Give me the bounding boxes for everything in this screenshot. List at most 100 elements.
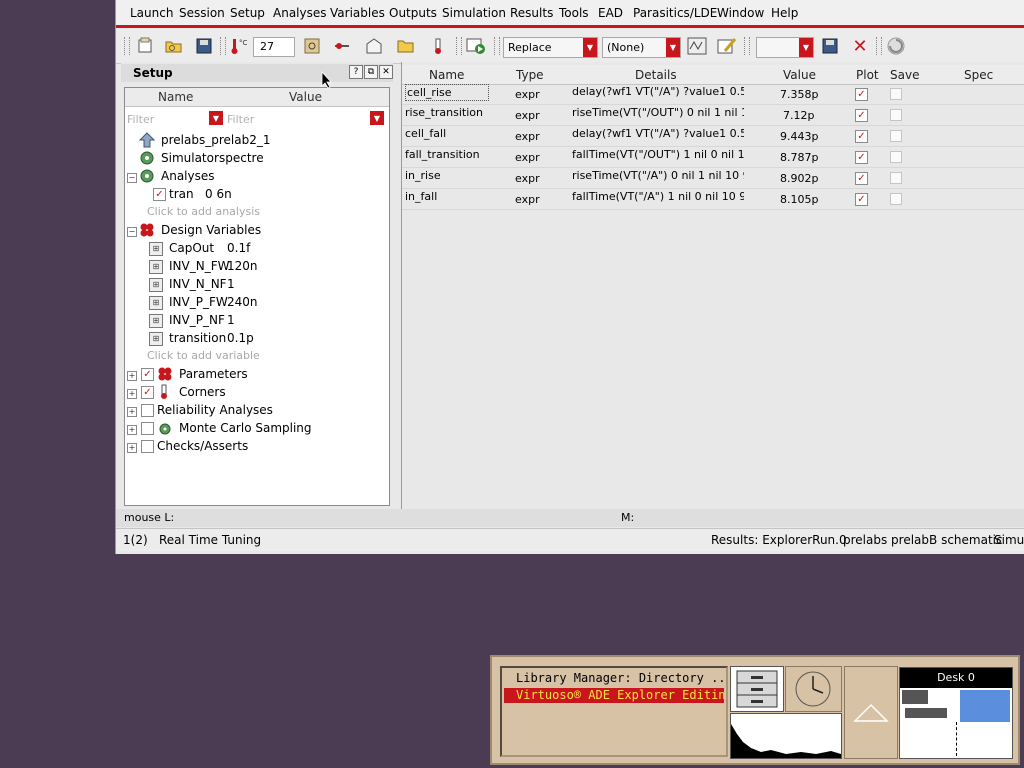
output-name[interactable]: in_rise [405, 169, 441, 182]
edit-icon[interactable] [717, 36, 737, 56]
menu-results[interactable]: Results [510, 6, 553, 20]
output-details[interactable]: riseTime(VT("/A") 0 nil 1 nil 10 9... [572, 169, 744, 182]
save-icon[interactable] [194, 36, 214, 56]
expand-corners-icon[interactable]: + [127, 389, 137, 399]
plot-checkbox[interactable]: ✓ [855, 109, 868, 122]
save-checkbox[interactable] [890, 172, 902, 184]
menu-analyses[interactable]: Analyses [273, 6, 327, 20]
output-details[interactable]: delay(?wf1 VT("/A") ?value1 0.5 ?... [572, 127, 744, 140]
column-plot[interactable]: Plot [856, 68, 879, 82]
menu-window[interactable]: Window [717, 6, 764, 20]
output-name[interactable]: in_fall [405, 190, 437, 203]
menu-outputs[interactable]: Outputs [389, 6, 437, 20]
corners-enable-checkbox[interactable]: ✓ [141, 386, 154, 399]
menu-setup[interactable]: Setup [230, 6, 265, 20]
tree-column-name[interactable]: Name [158, 90, 193, 104]
up-arrow-button[interactable] [844, 666, 898, 759]
plot-checkbox[interactable]: ✓ [855, 193, 868, 206]
refresh-icon[interactable] [886, 36, 906, 56]
output-name[interactable]: rise_transition [405, 106, 483, 119]
waveform-icon[interactable] [687, 36, 707, 56]
desktop-pager[interactable]: Desk 0 [899, 667, 1013, 759]
menu-session[interactable]: Session [179, 6, 225, 20]
history-mode-combo[interactable]: Replace ▼ [503, 37, 598, 58]
history-select-combo[interactable]: (None) ▼ [602, 37, 681, 58]
chevron-down-icon[interactable]: ▼ [666, 38, 680, 57]
monte-carlo-enable-checkbox[interactable] [141, 422, 154, 435]
output-details[interactable]: fallTime(VT("/OUT") 1 nil 0 nil 10... [572, 148, 744, 161]
expand-checks-icon[interactable]: + [127, 443, 137, 453]
filter-dropdown-icon[interactable]: ▼ [370, 111, 384, 125]
output-details[interactable]: fallTime(VT("/A") 1 nil 0 nil 10 90... [572, 190, 744, 203]
menu-variables[interactable]: Variables [330, 6, 385, 20]
collapse-design-variables-icon[interactable]: − [127, 227, 137, 237]
save-state-icon[interactable] [820, 36, 840, 56]
probe-icon[interactable] [332, 36, 352, 56]
thermometer-icon[interactable] [428, 36, 448, 56]
add-variable-link[interactable]: Click to add variable [147, 349, 260, 367]
open-setup-icon[interactable] [136, 36, 156, 56]
save-checkbox[interactable] [890, 88, 902, 100]
output-name[interactable]: cell_fall [405, 127, 446, 140]
column-spec[interactable]: Spec [964, 68, 993, 82]
menu-tools[interactable]: Tools [559, 6, 589, 20]
float-icon[interactable]: ⧉ [364, 65, 378, 79]
checks-enable-checkbox[interactable] [141, 440, 154, 453]
column-name[interactable]: Name [429, 68, 464, 82]
table-row[interactable]: in_rise expr riseTime(VT("/A") 0 nil 1 n… [402, 167, 1024, 189]
run-simulation-icon[interactable] [466, 36, 486, 56]
chevron-down-icon[interactable]: ▼ [583, 38, 597, 57]
table-row[interactable]: cell_rise expr delay(?wf1 VT("/A") ?valu… [402, 83, 1024, 105]
point-select-combo[interactable]: ▼ [756, 37, 814, 58]
plot-checkbox[interactable]: ✓ [855, 151, 868, 164]
clock-icon[interactable] [785, 666, 842, 712]
chevron-down-icon[interactable]: ▼ [799, 38, 813, 57]
parameters-enable-checkbox[interactable]: ✓ [141, 368, 154, 381]
plot-checkbox[interactable]: ✓ [855, 172, 868, 185]
menu-launch[interactable]: Launch [130, 6, 173, 20]
temperature-field[interactable]: 27 [253, 37, 295, 57]
tran-enable-checkbox[interactable]: ✓ [153, 188, 166, 201]
column-value[interactable]: Value [783, 68, 816, 82]
settings-icon[interactable] [302, 36, 322, 56]
save-checkbox[interactable] [890, 109, 902, 121]
file-cabinet-icon[interactable] [730, 666, 784, 712]
expand-reliability-icon[interactable]: + [127, 407, 137, 417]
open-folder-icon[interactable] [164, 36, 184, 56]
tree-column-value[interactable]: Value [289, 90, 322, 104]
add-analysis-link[interactable]: Click to add analysis [147, 205, 260, 223]
save-checkbox[interactable] [890, 193, 902, 205]
reliability-enable-checkbox[interactable] [141, 404, 154, 417]
column-save[interactable]: Save [890, 68, 919, 82]
table-row[interactable]: cell_fall expr delay(?wf1 VT("/A") ?valu… [402, 125, 1024, 147]
table-row[interactable]: fall_transition expr fallTime(VT("/OUT")… [402, 146, 1024, 168]
menu-parasitics-lde[interactable]: Parasitics/LDE [633, 6, 717, 20]
expand-parameters-icon[interactable]: + [127, 371, 137, 381]
output-details[interactable]: delay(?wf1 VT("/A") ?value1 0.5 ?... [572, 85, 744, 98]
collapse-analyses-icon[interactable]: − [127, 173, 137, 183]
output-details[interactable]: riseTime(VT("/OUT") 0 nil 1 nil 1... [572, 106, 744, 119]
menu-help[interactable]: Help [771, 6, 798, 20]
close-icon[interactable]: ✕ [379, 65, 393, 79]
column-details[interactable]: Details [635, 68, 677, 82]
name-filter-input[interactable]: Filter [127, 113, 154, 126]
stop-icon[interactable]: ✕ [850, 36, 870, 57]
filter-dropdown-icon[interactable]: ▼ [209, 111, 223, 125]
task-ade-explorer[interactable]: Virtuoso® ADE Explorer Editing [504, 688, 724, 703]
output-name[interactable]: fall_transition [405, 148, 480, 161]
save-checkbox[interactable] [890, 130, 902, 142]
netlist-icon[interactable] [364, 36, 384, 56]
plot-checkbox[interactable]: ✓ [855, 88, 868, 101]
task-library-manager[interactable]: Library Manager: Directory .. [504, 671, 724, 686]
menu-simulation[interactable]: Simulation [442, 6, 506, 20]
table-row[interactable]: rise_transition expr riseTime(VT("/OUT")… [402, 104, 1024, 126]
table-row[interactable]: in_fall expr fallTime(VT("/A") 1 nil 0 n… [402, 188, 1024, 210]
expand-monte-carlo-icon[interactable]: + [127, 425, 137, 435]
folder-icon[interactable] [396, 36, 416, 56]
menu-ead[interactable]: EAD [598, 6, 623, 20]
save-checkbox[interactable] [890, 151, 902, 163]
column-type[interactable]: Type [516, 68, 544, 82]
plot-checkbox[interactable]: ✓ [855, 130, 868, 143]
help-icon[interactable]: ? [349, 65, 363, 79]
value-filter-input[interactable]: Filter [227, 113, 254, 126]
